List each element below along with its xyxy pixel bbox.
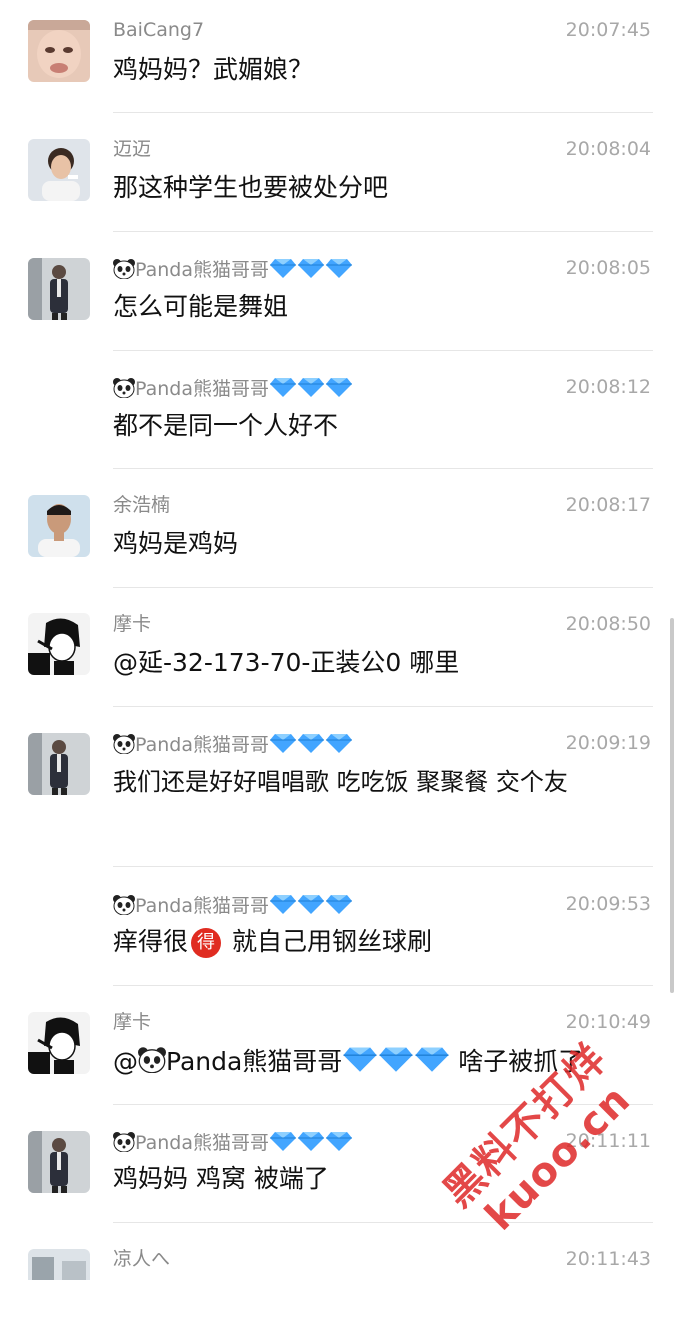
message-time: 20:08:04 xyxy=(565,138,651,160)
panda-emoji-icon xyxy=(113,1132,135,1152)
message-time: 20:08:17 xyxy=(565,494,651,516)
message-time: 20:09:53 xyxy=(565,893,651,915)
panda-emoji-icon xyxy=(113,734,135,754)
message-text: 都不是同一个人好不 xyxy=(113,411,339,440)
panda-emoji-icon xyxy=(113,378,135,398)
message-text: @延-32-173-70-正装公0 哪里 xyxy=(113,648,460,677)
diamond-icon xyxy=(342,1045,378,1073)
avatar[interactable] xyxy=(28,258,90,320)
diamond-icon xyxy=(269,257,297,279)
message-time: 20:11:43 xyxy=(565,1248,651,1270)
diamond-icon xyxy=(325,732,353,754)
diamond-icon xyxy=(297,732,325,754)
avatar[interactable] xyxy=(28,733,90,795)
diamond-icon xyxy=(325,257,353,279)
message-time: 20:08:05 xyxy=(565,257,651,279)
divider xyxy=(113,231,653,232)
message-time: 20:10:49 xyxy=(565,1011,651,1033)
message-time: 20:11:11 xyxy=(565,1130,651,1152)
message-text: 痒得很得 就自己用钢丝球刷 xyxy=(113,926,432,958)
diamond-icon xyxy=(297,257,325,279)
mention-prefix: @ xyxy=(113,1047,138,1076)
diamond-icon xyxy=(325,376,353,398)
divider xyxy=(113,985,653,986)
sender-name: Panda熊猫哥哥 xyxy=(113,732,353,756)
avatar[interactable] xyxy=(28,139,90,201)
message-text: 我们还是好好唱唱歌 吃吃饭 聚聚餐 交个友 xyxy=(113,768,568,796)
avatar[interactable] xyxy=(28,1131,90,1193)
message-time: 20:08:12 xyxy=(565,376,651,398)
divider xyxy=(113,1222,653,1223)
sender-name: Panda熊猫哥哥 xyxy=(113,893,353,917)
diamond-icon xyxy=(297,893,325,915)
message-text: @ Panda熊猫哥哥 啥子被抓了 xyxy=(113,1045,583,1078)
divider xyxy=(113,112,653,113)
chat-message-list[interactable]: BaiCang7 20:07:45 鸡妈妈？武媚娘？ 迈迈 20:08:04 那… xyxy=(0,0,681,1280)
diamond-icon xyxy=(269,1130,297,1152)
message-text: 鸡妈妈 鸡窝 被端了 xyxy=(113,1164,329,1193)
mention-name[interactable]: Panda熊猫哥哥 xyxy=(166,1047,342,1076)
diamond-icon xyxy=(378,1045,414,1073)
message-time: 20:08:50 xyxy=(565,613,651,635)
message-text: 鸡妈是鸡妈 xyxy=(113,529,239,558)
message-time: 20:07:45 xyxy=(565,19,651,41)
avatar[interactable] xyxy=(28,20,90,82)
sender-name: 凉人へ xyxy=(113,1248,171,1270)
panda-emoji-icon xyxy=(138,1047,166,1073)
diamond-icon xyxy=(297,376,325,398)
message-text: 那这种学生也要被处分吧 xyxy=(113,173,389,202)
diamond-icon xyxy=(325,893,353,915)
message-text-part: 啥子被抓了 xyxy=(450,1047,584,1076)
divider xyxy=(113,587,653,588)
divider xyxy=(113,866,653,867)
sender-name-text: Panda熊猫哥哥 xyxy=(135,734,269,756)
message-text: 怎么可能是舞姐 xyxy=(113,292,289,321)
message-text: 鸡妈妈？武媚娘？ xyxy=(113,55,314,84)
sender-name: 摩卡 xyxy=(113,1011,152,1033)
avatar[interactable] xyxy=(28,495,90,557)
divider xyxy=(113,1104,653,1105)
diamond-icon xyxy=(269,893,297,915)
panda-emoji-icon xyxy=(113,895,135,915)
diamond-icon xyxy=(297,1130,325,1152)
divider xyxy=(113,350,653,351)
sender-name: 余浩楠 xyxy=(113,494,171,516)
diamond-icon xyxy=(325,1130,353,1152)
sender-name-text: Panda熊猫哥哥 xyxy=(135,259,269,281)
divider xyxy=(113,706,653,707)
avatar[interactable] xyxy=(28,1249,90,1280)
sender-name: 迈迈 xyxy=(113,138,152,160)
sender-name: Panda熊猫哥哥 xyxy=(113,1130,353,1154)
sender-name: 摩卡 xyxy=(113,613,152,635)
sender-name-text: Panda熊猫哥哥 xyxy=(135,378,269,400)
sender-name: Panda熊猫哥哥 xyxy=(113,257,353,281)
avatar[interactable] xyxy=(28,613,90,675)
avatar[interactable] xyxy=(28,1012,90,1074)
sender-name-text: Panda熊猫哥哥 xyxy=(135,895,269,917)
sender-name-text: Panda熊猫哥哥 xyxy=(135,1132,269,1154)
de-sticker-icon: 得 xyxy=(191,928,222,958)
message-text-part: 就自己用钢丝球刷 xyxy=(224,927,432,956)
diamond-icon xyxy=(269,376,297,398)
diamond-icon xyxy=(414,1045,450,1073)
scrollbar[interactable] xyxy=(670,618,674,993)
sender-name: BaiCang7 xyxy=(113,19,205,41)
message-text-part: 痒得很 xyxy=(113,927,189,956)
message-time: 20:09:19 xyxy=(565,732,651,754)
divider xyxy=(113,468,653,469)
sender-name: Panda熊猫哥哥 xyxy=(113,376,353,400)
panda-emoji-icon xyxy=(113,259,135,279)
diamond-icon xyxy=(269,732,297,754)
